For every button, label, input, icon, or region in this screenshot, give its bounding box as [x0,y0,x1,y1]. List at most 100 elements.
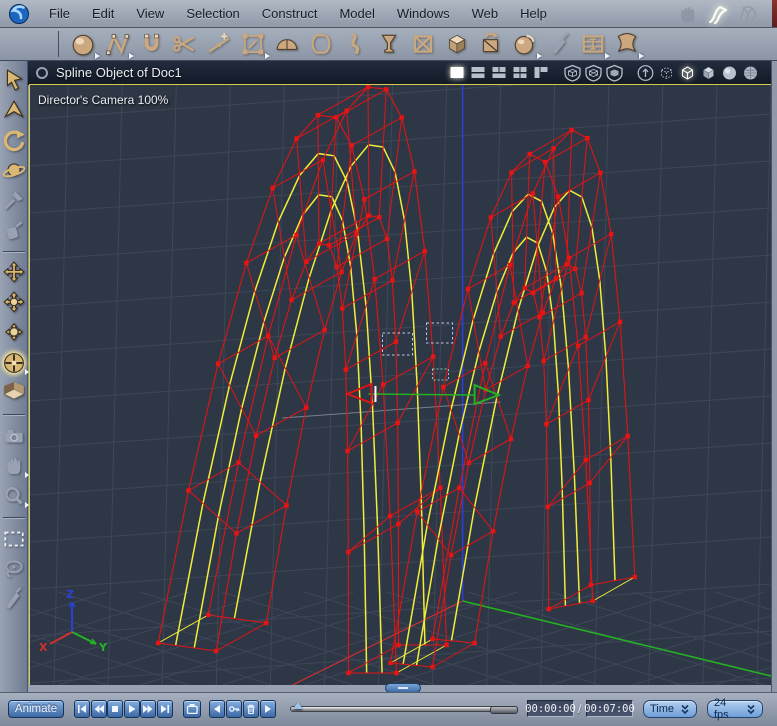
add-point-tool[interactable] [206,31,232,57]
grid-tool[interactable] [580,31,610,59]
zoom-tool[interactable] [2,484,29,508]
bbox-mode-icon[interactable] [657,64,676,82]
select-tool[interactable] [2,68,26,92]
extra-room-icon[interactable] [735,2,761,26]
lasso-tool[interactable] [2,557,26,581]
menu-view[interactable]: View [125,0,175,27]
total-time-field[interactable]: 00:07:00 [584,700,635,717]
scissors-tool[interactable] [172,31,198,57]
scene-svg[interactable]: Z X Y [30,85,771,685]
horizontal-scrollbar[interactable] [28,683,771,693]
slider-cap [490,706,518,714]
flyout-arrow-icon [639,53,644,59]
toolbar-divider [58,31,59,57]
block-tool[interactable] [444,31,470,57]
preview-button[interactable] [183,700,201,718]
flat-mode-icon[interactable] [699,64,718,82]
slider-thumb[interactable] [293,702,303,709]
toolbar [0,28,777,61]
move-ball-tool[interactable] [2,291,26,315]
frame-rate-dropdown[interactable]: 24 fps [707,697,763,721]
gouraud-mode-icon[interactable] [720,64,739,82]
wireframe-mode-icon[interactable] [678,64,697,82]
texture-mode-icon[interactable] [741,64,760,82]
ring-tool[interactable] [2,158,26,182]
viewport-title-bar: Spline Object of Doc1 [28,61,771,85]
camera-label: Director's Camera 100% [38,93,169,107]
windowshade-button[interactable] [36,66,48,79]
current-room-icon[interactable] [705,2,731,26]
shield-facet-icon[interactable] [584,64,603,82]
menu-model[interactable]: Model [328,0,385,27]
menu-help[interactable]: Help [509,0,558,27]
shield-shaded-icon[interactable] [605,64,624,82]
rewind-button[interactable] [90,700,107,718]
menu-edit[interactable]: Edit [81,0,125,27]
menu-bar: File Edit View Selection Construct Model Windo… [0,0,777,28]
pen-tool[interactable] [2,587,26,611]
pane-four-icon[interactable] [511,64,530,82]
menu-file[interactable]: File [38,0,81,27]
paint-tool[interactable] [546,31,572,57]
pane-single-icon[interactable] [448,64,467,82]
dart-tool[interactable] [2,98,26,122]
spline-tool[interactable] [104,31,134,59]
menu-construct[interactable]: Construct [251,0,329,27]
flyout-arrow-icon [129,53,134,59]
transform-tool[interactable] [240,31,270,59]
delete-key-button[interactable] [243,700,259,718]
flyout-arrow-icon [605,53,610,59]
sphere-modifier-tool[interactable] [512,31,542,59]
magnet-tool[interactable] [138,31,164,57]
eyedropper-tool[interactable] [2,188,26,212]
lathe-tool[interactable] [308,31,334,57]
previous-key-button[interactable] [209,700,225,718]
svg-text:Z: Z [66,588,74,601]
goblet-tool[interactable] [376,31,402,57]
add-key-button[interactable] [226,700,242,718]
time-mode-dropdown[interactable]: Time [643,700,697,718]
deform-tool[interactable] [614,31,644,59]
rotate-ball-tool[interactable] [2,321,26,345]
pane-corner-icon[interactable] [532,64,551,82]
marquee-tool[interactable] [2,527,26,551]
toolbar-tools [66,31,644,59]
camera-tool[interactable] [2,424,26,448]
app-logo-icon[interactable] [8,3,30,25]
move-tool[interactable] [2,261,26,285]
tool-sidebar [0,61,29,692]
current-time-field[interactable]: 00:00:00 [525,700,576,717]
shield-wireframe-icon[interactable] [563,64,582,82]
window-right-frame [771,61,777,692]
flip-tool[interactable] [478,31,504,57]
time-separator: / [578,702,582,716]
room-corner-tool[interactable] [2,381,26,405]
paint3d-tool[interactable] [2,218,26,242]
sidebar-divider [2,251,25,252]
skip-end-button[interactable] [157,700,173,718]
pane-three-icon[interactable] [490,64,509,82]
play-button[interactable] [123,700,140,718]
pane-two-icon[interactable] [469,64,488,82]
flyout-arrow-icon [24,502,29,508]
rotate-tool[interactable] [2,128,26,152]
sweep-tool[interactable] [342,31,368,57]
dome-tool[interactable] [274,31,300,57]
fast-forward-button[interactable] [140,700,157,718]
pan-tool[interactable] [2,454,29,478]
menu-selection[interactable]: Selection [175,0,250,27]
menu-web[interactable]: Web [461,0,510,27]
viewport-3d[interactable]: Z X Y Director's Camera 100% [29,84,772,686]
timeline-slider[interactable] [290,702,518,714]
hand-room-icon[interactable] [675,2,701,26]
sphere-tool[interactable] [70,31,100,59]
stop-button[interactable] [107,700,124,718]
delete-face-tool[interactable] [410,31,436,57]
animate-button[interactable]: Animate [8,700,64,718]
universal-manipulator-tool[interactable] [2,351,29,375]
skip-start-button[interactable] [74,700,90,718]
next-key-button[interactable] [260,700,276,718]
menu-windows[interactable]: Windows [386,0,461,27]
axis-mode-icon[interactable] [636,64,655,82]
menu-items: File Edit View Selection Construct Model Windo… [38,0,558,27]
